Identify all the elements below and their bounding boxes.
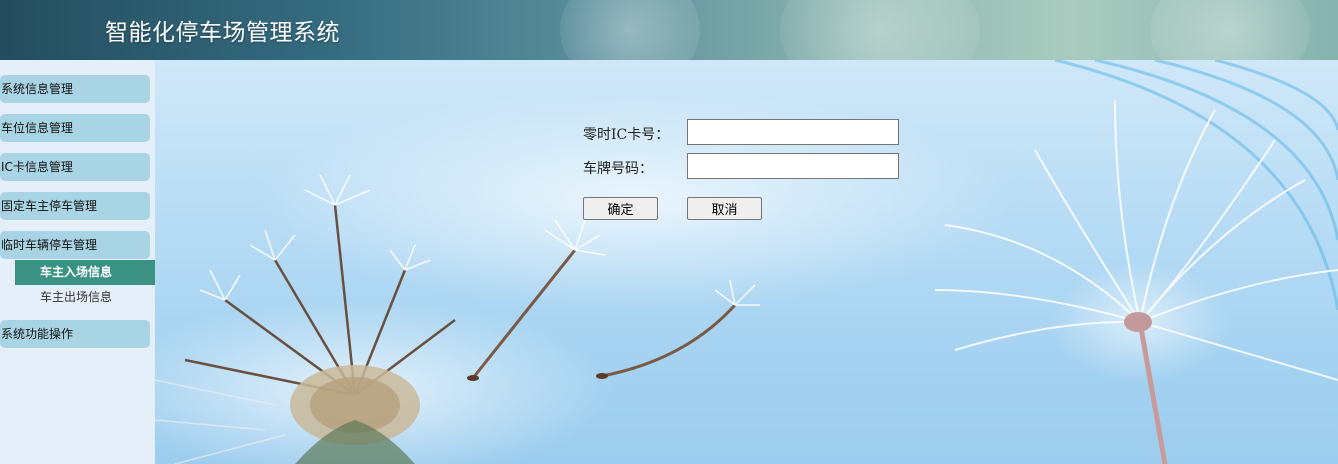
header-glow-decoration (560, 0, 700, 60)
ic-card-number-input[interactable] (687, 119, 899, 145)
sidebar: 系统信息管理 车位信息管理 IC卡信息管理 固定车主停车管理 临时车辆停车管理 … (0, 60, 155, 464)
header-glow-decoration (780, 0, 980, 60)
app-header: 智能化停车场管理系统 (0, 0, 1338, 60)
app-title: 智能化停车场管理系统 (105, 20, 340, 46)
menu-parking-space-info[interactable]: 车位信息管理 (0, 114, 150, 142)
header-glow-decoration (1150, 0, 1310, 60)
menu-system-info[interactable]: 系统信息管理 (0, 75, 150, 103)
menu-system-functions[interactable]: 系统功能操作 (0, 320, 150, 348)
submenu-owner-exit-info[interactable]: 车主出场信息 (15, 285, 155, 310)
ic-card-number-label: 零时IC卡号： (583, 127, 670, 143)
submenu-owner-entry-info[interactable]: 车主入场信息 (15, 260, 155, 285)
menu-fixed-owner-parking[interactable]: 固定车主停车管理 (0, 192, 150, 220)
menu-ic-card-info[interactable]: IC卡信息管理 (0, 153, 150, 181)
plate-number-input[interactable] (687, 153, 899, 179)
main-content: 零时IC卡号： 车牌号码： 确定 取消 (155, 60, 1338, 464)
cancel-button[interactable]: 取消 (687, 197, 762, 220)
plate-number-label: 车牌号码： (583, 161, 653, 177)
confirm-button[interactable]: 确定 (583, 197, 658, 220)
menu-temporary-vehicle-parking[interactable]: 临时车辆停车管理 (0, 231, 150, 259)
